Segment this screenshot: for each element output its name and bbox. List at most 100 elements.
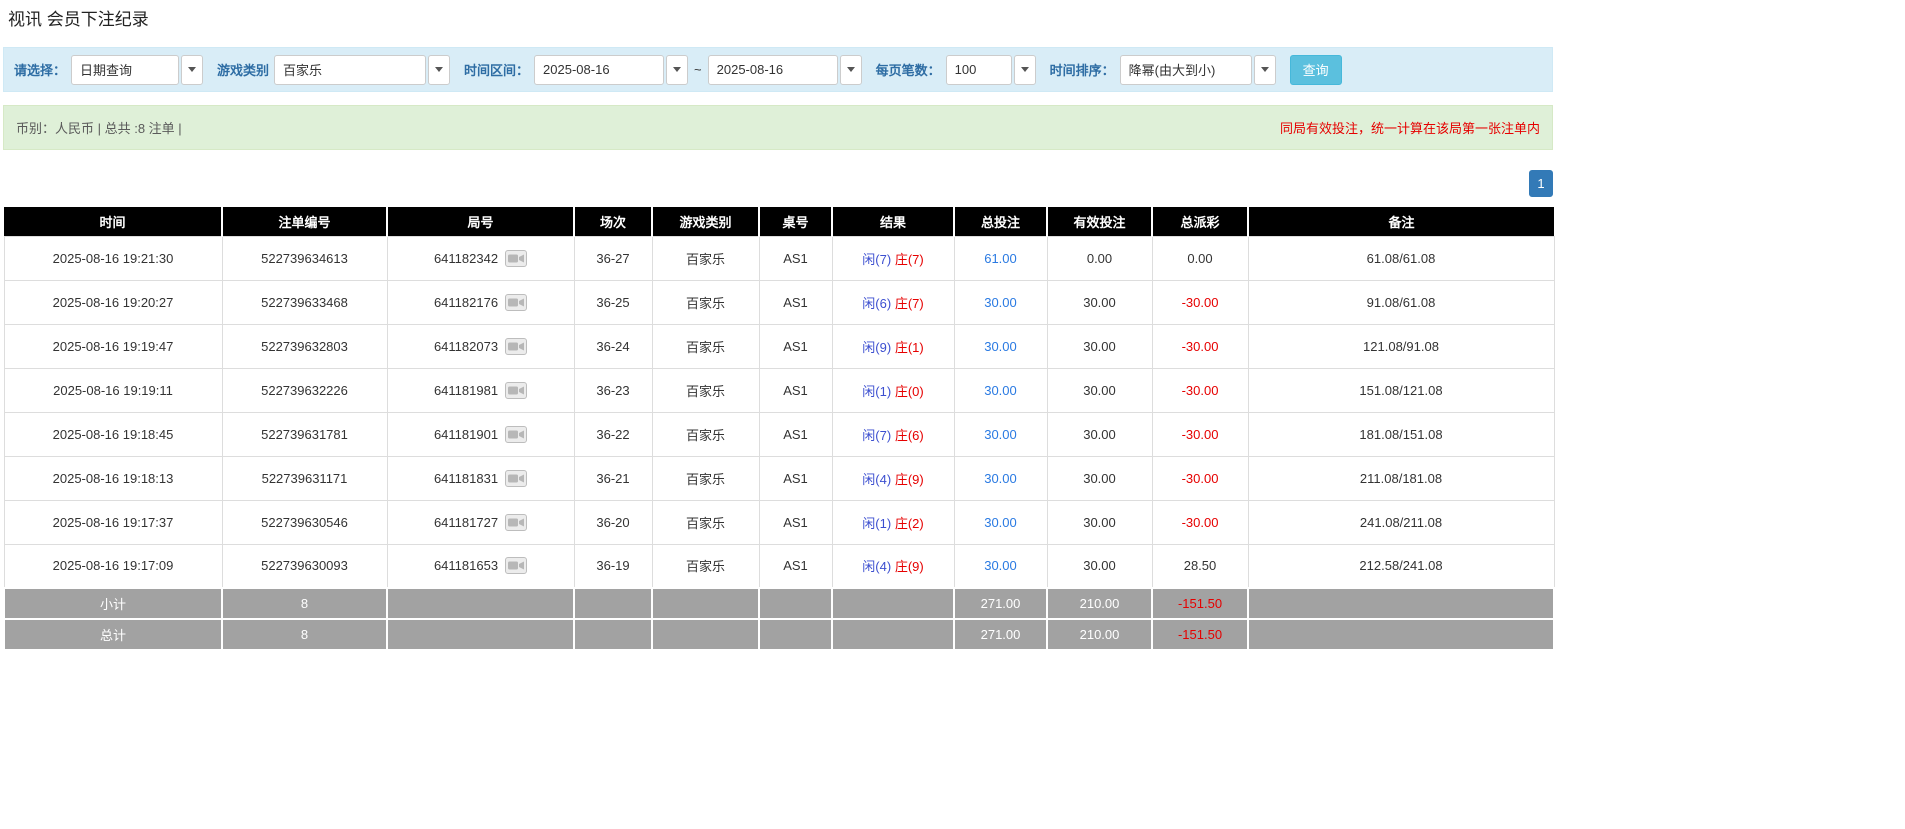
result-banker: 庄(7) bbox=[895, 296, 924, 311]
round-id: 641182073 bbox=[434, 339, 498, 354]
date-range-label: 时间区间： bbox=[464, 60, 529, 79]
table-row: 2025-08-16 19:19:11522739632226641181981… bbox=[4, 368, 1554, 412]
game-type-cell: 百家乐 bbox=[652, 412, 759, 456]
result-player: 闲(4) bbox=[862, 559, 891, 574]
column-header-8: 总投注 bbox=[954, 207, 1047, 236]
subtotal-row: 小计8271.00210.00-151.50 bbox=[4, 588, 1554, 619]
total-bet-link[interactable]: 30.00 bbox=[984, 558, 1017, 573]
result-banker: 庄(9) bbox=[895, 472, 924, 487]
video-icon[interactable] bbox=[505, 250, 527, 267]
valid-bet-cell: 30.00 bbox=[1047, 456, 1152, 500]
column-header-6: 桌号 bbox=[759, 207, 832, 236]
bet-id-cell: 522739632226 bbox=[222, 368, 387, 412]
total-bet-link[interactable]: 30.00 bbox=[984, 339, 1017, 354]
total-bet-link[interactable]: 30.00 bbox=[984, 471, 1017, 486]
payout-cell: -30.00 bbox=[1152, 280, 1248, 324]
date-to-combo bbox=[708, 55, 862, 85]
page: 视讯 会员下注纪录 请选择： 游戏类别 时间区间： ~ 每页笔数： bbox=[0, 0, 1905, 829]
time-cell: 2025-08-16 19:19:47 bbox=[4, 324, 222, 368]
summary-cell: 8 bbox=[222, 588, 387, 619]
time-sort-input[interactable] bbox=[1120, 55, 1252, 85]
video-icon[interactable] bbox=[505, 557, 527, 574]
valid-bet-cell: 30.00 bbox=[1047, 544, 1152, 588]
video-icon[interactable] bbox=[505, 514, 527, 531]
game-type-combo bbox=[274, 55, 450, 85]
result-cell: 闲(7) 庄(6) bbox=[832, 412, 954, 456]
total-bet-link[interactable]: 30.00 bbox=[984, 383, 1017, 398]
chevron-down-icon[interactable] bbox=[1014, 55, 1036, 85]
round-cell: 641182073 bbox=[387, 324, 574, 368]
chevron-down-icon[interactable] bbox=[181, 55, 203, 85]
time-cell: 2025-08-16 19:17:37 bbox=[4, 500, 222, 544]
bet-id-cell: 522739634613 bbox=[222, 236, 387, 280]
total-bet-link[interactable]: 30.00 bbox=[984, 427, 1017, 442]
column-header-7: 结果 bbox=[832, 207, 954, 236]
total-bet-link[interactable]: 30.00 bbox=[984, 295, 1017, 310]
bet-id-cell: 522739632803 bbox=[222, 324, 387, 368]
video-icon[interactable] bbox=[505, 338, 527, 355]
round-cell: 641181727 bbox=[387, 500, 574, 544]
game-type-cell: 百家乐 bbox=[652, 500, 759, 544]
valid-bet-cell: 30.00 bbox=[1047, 412, 1152, 456]
bet-id-cell: 522739631171 bbox=[222, 456, 387, 500]
chevron-down-icon[interactable] bbox=[840, 55, 862, 85]
valid-bet-cell: 30.00 bbox=[1047, 280, 1152, 324]
video-icon[interactable] bbox=[505, 382, 527, 399]
chevron-down-icon[interactable] bbox=[1254, 55, 1276, 85]
payout-cell: -30.00 bbox=[1152, 368, 1248, 412]
summary-cell bbox=[574, 588, 652, 619]
bets-table: 时间注单编号局号场次游戏类别桌号结果总投注有效投注总派彩备注 2025-08-1… bbox=[3, 207, 1555, 651]
summary-cell: 271.00 bbox=[954, 619, 1047, 650]
round-id: 641181727 bbox=[434, 515, 498, 530]
valid-bet-notice: 同局有效投注，统一计算在该局第一张注单内 bbox=[1280, 118, 1540, 137]
result-player: 闲(4) bbox=[862, 472, 891, 487]
table-no-cell: AS1 bbox=[759, 500, 832, 544]
game-type-input[interactable] bbox=[274, 55, 426, 85]
payout-cell: -30.00 bbox=[1152, 500, 1248, 544]
note-cell: 181.08/151.08 bbox=[1248, 412, 1554, 456]
summary-cell: 210.00 bbox=[1047, 619, 1152, 650]
summary-cell bbox=[1248, 588, 1554, 619]
valid-bet-cell: 30.00 bbox=[1047, 500, 1152, 544]
table-no-cell: AS1 bbox=[759, 456, 832, 500]
total-bet-cell: 30.00 bbox=[954, 412, 1047, 456]
round-cell: 641182342 bbox=[387, 236, 574, 280]
note-cell: 121.08/91.08 bbox=[1248, 324, 1554, 368]
header-row: 时间注单编号局号场次游戏类别桌号结果总投注有效投注总派彩备注 bbox=[4, 207, 1554, 236]
valid-bet-cell: 30.00 bbox=[1047, 324, 1152, 368]
search-button[interactable]: 查询 bbox=[1290, 55, 1342, 85]
result-player: 闲(1) bbox=[862, 516, 891, 531]
result-banker: 庄(9) bbox=[895, 559, 924, 574]
bet-id-cell: 522739630093 bbox=[222, 544, 387, 588]
page-button-1[interactable]: 1 bbox=[1529, 170, 1553, 197]
date-to-input[interactable] bbox=[708, 55, 838, 85]
table-no-cell: AS1 bbox=[759, 412, 832, 456]
total-bet-cell: 30.00 bbox=[954, 500, 1047, 544]
round-cell: 641181831 bbox=[387, 456, 574, 500]
page-size-input[interactable] bbox=[946, 55, 1012, 85]
chevron-down-icon[interactable] bbox=[428, 55, 450, 85]
game-type-cell: 百家乐 bbox=[652, 236, 759, 280]
bet-id-cell: 522739630546 bbox=[222, 500, 387, 544]
total-bet-cell: 30.00 bbox=[954, 324, 1047, 368]
total-bet-link[interactable]: 30.00 bbox=[984, 515, 1017, 530]
time-cell: 2025-08-16 19:18:45 bbox=[4, 412, 222, 456]
summary-bar: 币别：人民币 | 总共 :8 注单 | 同局有效投注，统一计算在该局第一张注单内 bbox=[3, 105, 1553, 150]
query-type-input[interactable] bbox=[71, 55, 179, 85]
total-bet-cell: 30.00 bbox=[954, 368, 1047, 412]
summary-cell bbox=[759, 619, 832, 650]
result-cell: 闲(7) 庄(7) bbox=[832, 236, 954, 280]
chevron-down-icon[interactable] bbox=[666, 55, 688, 85]
game-type-cell: 百家乐 bbox=[652, 324, 759, 368]
session-cell: 36-21 bbox=[574, 456, 652, 500]
payout-cell: 0.00 bbox=[1152, 236, 1248, 280]
time-cell: 2025-08-16 19:21:30 bbox=[4, 236, 222, 280]
table-row: 2025-08-16 19:18:45522739631781641181901… bbox=[4, 412, 1554, 456]
video-icon[interactable] bbox=[505, 426, 527, 443]
video-icon[interactable] bbox=[505, 470, 527, 487]
date-from-input[interactable] bbox=[534, 55, 664, 85]
total-bet-link[interactable]: 61.00 bbox=[984, 251, 1017, 266]
video-icon[interactable] bbox=[505, 294, 527, 311]
table-row: 2025-08-16 19:17:37522739630546 641181727… bbox=[4, 500, 1554, 544]
summary-cell: 总计 bbox=[4, 619, 222, 650]
